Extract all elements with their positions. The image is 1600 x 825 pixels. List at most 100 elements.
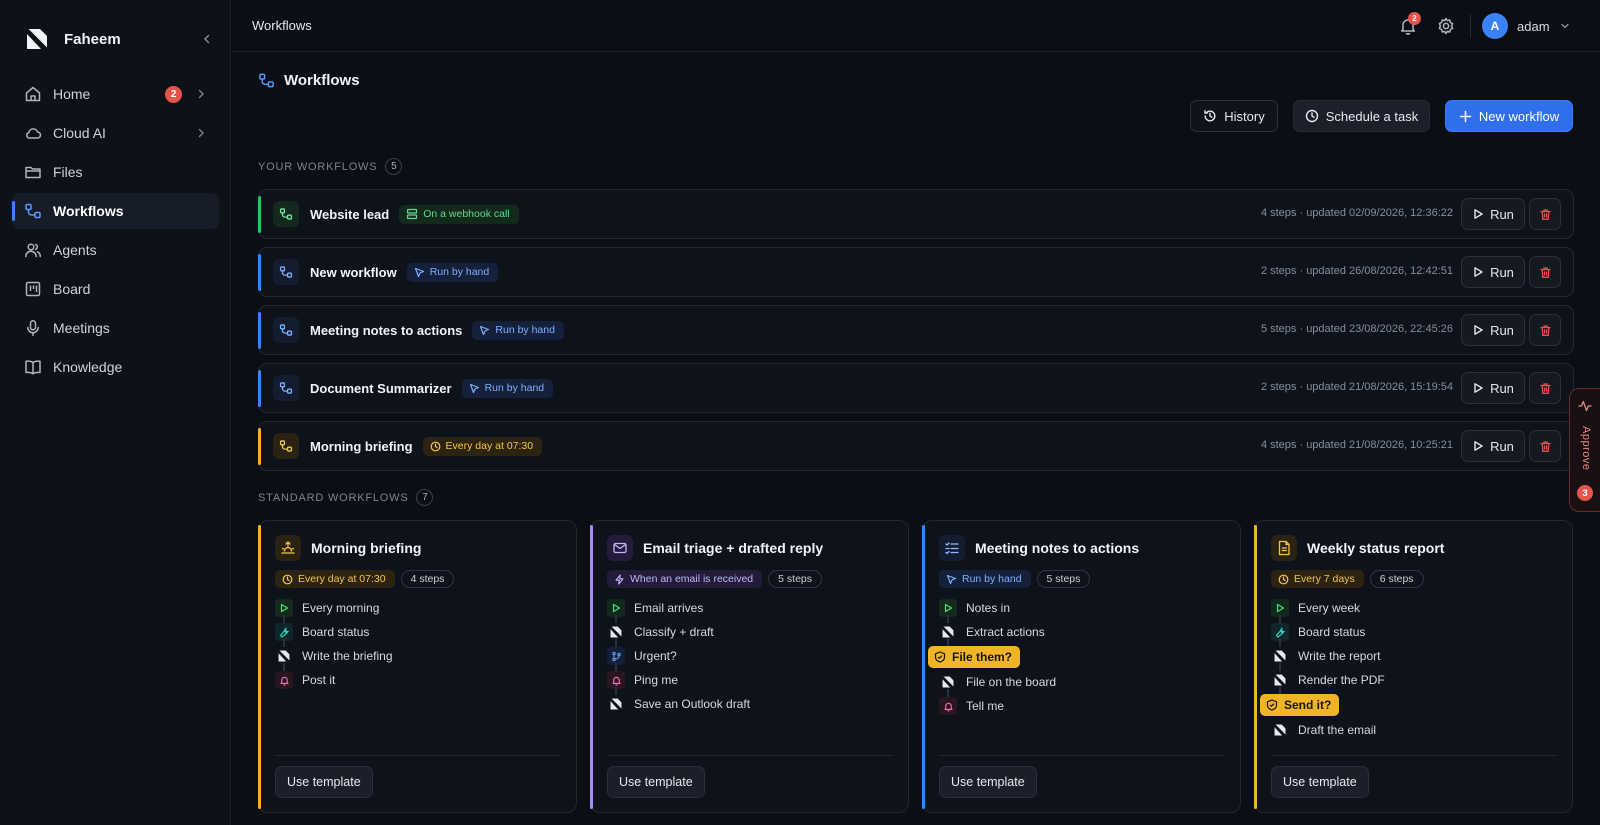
- step-label: Board status: [1298, 625, 1366, 639]
- sidebar-item-cloud-ai[interactable]: Cloud AI: [12, 115, 219, 151]
- run-button[interactable]: Run: [1461, 198, 1525, 230]
- sidebar-item-meetings[interactable]: Meetings: [12, 310, 219, 346]
- use-template-button[interactable]: Use template: [607, 766, 705, 798]
- sidebar-item-files[interactable]: Files: [12, 154, 219, 190]
- step-item: Board status: [275, 620, 555, 647]
- step-item: Classify + draft: [607, 620, 887, 647]
- cloud-icon: [24, 124, 42, 142]
- topbar-divider: [1470, 14, 1471, 38]
- steps-count: 4 steps: [400, 570, 455, 588]
- sidebar-item-knowledge[interactable]: Knowledge: [12, 349, 219, 385]
- sidebar-item-label: Meetings: [53, 320, 110, 336]
- sidebar-item-agents[interactable]: Agents: [12, 232, 219, 268]
- settings-gear-icon[interactable]: [1436, 16, 1456, 36]
- trigger-label: Every day at 07:30: [298, 573, 386, 585]
- your-workflows-list: Website lead On a webhook call 4 steps ·…: [258, 189, 1574, 479]
- workflow-icon: [273, 201, 299, 227]
- workflow-meta: 2 steps · updated 26/08/2026, 12:42:51: [1260, 265, 1453, 277]
- steps-count: 6 steps: [1369, 570, 1424, 588]
- step-label: Every morning: [302, 601, 380, 615]
- approve-label: Approve: [1580, 426, 1592, 471]
- step-item: Extract actions: [939, 620, 1219, 647]
- step-item: Write the briefing: [275, 644, 555, 671]
- new-workflow-label: New workflow: [1478, 108, 1560, 124]
- step-label: Draft the email: [1298, 723, 1377, 737]
- users-icon: [24, 241, 42, 259]
- workflow-row[interactable]: New workflow Run by hand 2 steps · updat…: [258, 247, 1574, 297]
- standard-workflows-header: STANDARD WORKFLOWS 7: [258, 489, 434, 506]
- use-template-button[interactable]: Use template: [275, 766, 373, 798]
- run-button[interactable]: Run: [1461, 372, 1525, 404]
- delete-button[interactable]: [1529, 372, 1561, 404]
- card-divider: [275, 755, 560, 756]
- trigger-label: Every 7 days: [1294, 573, 1355, 585]
- new-workflow-button[interactable]: New workflow: [1445, 100, 1573, 132]
- sidebar-item-home[interactable]: Home 2: [12, 76, 219, 112]
- run-label: Run: [1490, 322, 1514, 338]
- standard-workflows-count: 7: [416, 489, 434, 506]
- step-item: Render the PDF: [1271, 668, 1551, 695]
- shield-icon: [1266, 699, 1278, 711]
- template-card-header: Morning briefing: [275, 535, 421, 561]
- your-workflows-header: YOUR WORKFLOWS 5: [258, 158, 403, 175]
- card-divider: [939, 755, 1224, 756]
- workflow-row[interactable]: Morning briefing Every day at 07:30 4 st…: [258, 421, 1574, 471]
- steps-count: 5 steps: [1036, 570, 1091, 588]
- workflow-row[interactable]: Website lead On a webhook call 4 steps ·…: [258, 189, 1574, 239]
- trash-icon: [1539, 208, 1551, 220]
- delete-button[interactable]: [1529, 430, 1561, 462]
- use-template-button[interactable]: Use template: [939, 766, 1037, 798]
- use-template-button[interactable]: Use template: [1271, 766, 1369, 798]
- plus-icon: [1459, 110, 1472, 122]
- sidebar-nav: Home 2 Cloud AI Files Workflows Agents B…: [12, 76, 219, 388]
- collapse-sidebar-button[interactable]: [198, 30, 216, 48]
- step-item: Urgent?: [607, 644, 887, 671]
- approval-gate-chip: File them?: [928, 646, 1021, 668]
- run-label: Run: [1490, 380, 1514, 396]
- page-title-text: Workflows: [284, 72, 360, 89]
- workflow-meta: 5 steps · updated 23/08/2026, 22:45:26: [1260, 323, 1453, 335]
- delete-button[interactable]: [1529, 314, 1561, 346]
- workflow-row[interactable]: Document Summarizer Run by hand 2 steps …: [258, 363, 1574, 413]
- trigger-badge: Run by hand: [939, 570, 1031, 588]
- workflow-icon: [259, 73, 274, 88]
- template-card: Morning briefing Every day at 07:30 4 st…: [258, 520, 577, 813]
- workflow-name: Meeting notes to actions: [310, 322, 463, 338]
- sidebar-item-label: Cloud AI: [53, 125, 106, 141]
- sidebar-item-workflows[interactable]: Workflows: [12, 193, 219, 229]
- avatar: A: [1482, 13, 1508, 39]
- workflow-row[interactable]: Meeting notes to actions Run by hand 5 s…: [258, 305, 1574, 355]
- sidebar-item-label: Board: [53, 281, 91, 297]
- trigger-badge: Every 7 days: [1271, 570, 1364, 588]
- template-tags: Every day at 07:30 4 steps: [275, 570, 455, 588]
- history-button[interactable]: History: [1190, 100, 1278, 132]
- step-label: File on the board: [966, 675, 1057, 689]
- step-label: Ping me: [634, 673, 679, 687]
- document-icon: [1271, 535, 1297, 561]
- trigger-badge: On a webhook call: [399, 204, 519, 224]
- run-button[interactable]: Run: [1461, 256, 1525, 288]
- checklist-icon: [939, 535, 965, 561]
- run-button[interactable]: Run: [1461, 430, 1525, 462]
- step-label: Tell me: [966, 699, 1005, 713]
- step-label: Post it: [302, 673, 336, 687]
- step-label: Email arrives: [634, 601, 704, 615]
- standard-workflows-label: STANDARD WORKFLOWS: [258, 491, 409, 504]
- delete-button[interactable]: [1529, 198, 1561, 230]
- user-menu[interactable]: A adam: [1482, 13, 1570, 39]
- template-card: Weekly status report Every 7 days 6 step…: [1254, 520, 1573, 813]
- delete-button[interactable]: [1529, 256, 1561, 288]
- step-item: Email arrives: [607, 596, 887, 623]
- trigger-label: On a webhook call: [423, 208, 510, 220]
- trigger-label: When an email is received: [630, 573, 754, 585]
- home-icon: [24, 85, 42, 103]
- schedule-task-button[interactable]: Schedule a task: [1293, 100, 1430, 132]
- template-steps: Every week Board status Write the report…: [1260, 596, 1551, 742]
- step-label: Classify + draft: [634, 625, 714, 639]
- sidebar-item-board[interactable]: Board: [12, 271, 219, 307]
- run-button[interactable]: Run: [1461, 314, 1525, 346]
- sidebar-item-label: Files: [53, 164, 83, 180]
- approve-side-tab[interactable]: Approve 3: [1569, 388, 1600, 512]
- your-workflows-count: 5: [385, 158, 403, 175]
- workflow-icon: [273, 259, 299, 285]
